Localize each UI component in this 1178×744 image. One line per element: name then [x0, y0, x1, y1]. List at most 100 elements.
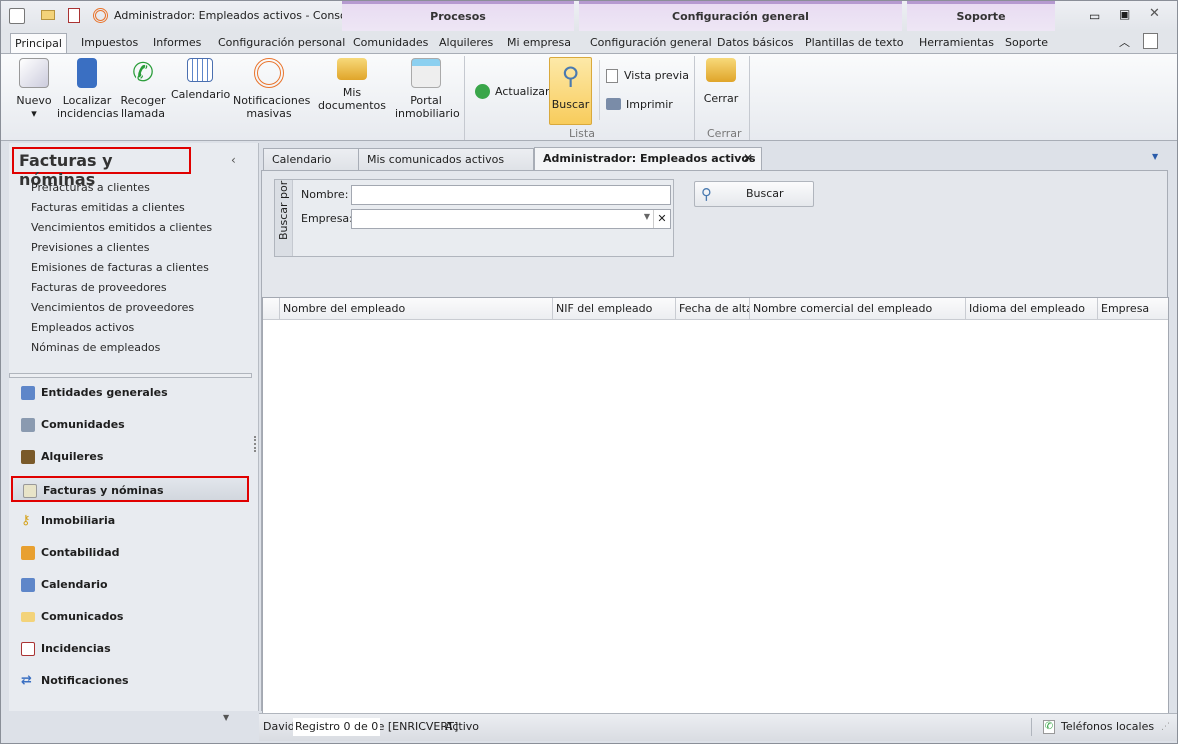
mail-icon [21, 612, 35, 622]
nav-inmobiliaria[interactable]: ⚷ Inmobiliaria [11, 508, 249, 534]
splitter-grip[interactable] [254, 436, 257, 452]
close-tab-icon[interactable]: ✕ [743, 148, 753, 169]
status-state: Activo [445, 720, 479, 733]
nav-label: Alquileres [41, 450, 104, 463]
tab-informes[interactable]: Informes [149, 33, 205, 53]
nav-alquileres[interactable]: Alquileres [11, 444, 249, 470]
tab-list-dropdown-icon[interactable]: ▼ [1152, 152, 1158, 161]
tab-principal[interactable]: Principal [10, 33, 67, 54]
empresa-combo[interactable]: ▼ ✕ [351, 209, 671, 229]
collapse-pane-icon[interactable]: ‹ [231, 153, 236, 167]
tab-soporte[interactable]: Soporte [1001, 33, 1052, 53]
buscar-label: Buscar [551, 98, 590, 111]
list-item[interactable]: Facturas de proveedores [31, 281, 167, 294]
recoger-llamada-button[interactable]: ✆ Recoger llamada [119, 58, 167, 120]
tab-comunidades[interactable]: Comunidades [349, 33, 432, 53]
accounting-icon [21, 546, 35, 560]
magnifier-icon: ⚲ [561, 62, 580, 90]
nav-notificaciones[interactable]: ⇄ Notificaciones [11, 668, 249, 694]
tab-mi-empresa[interactable]: Mi empresa [503, 33, 575, 53]
tab-calendario[interactable]: Calendario [263, 148, 359, 170]
tab-plantillas[interactable]: Plantillas de texto [801, 33, 908, 53]
phone-icon: ✆ [1043, 720, 1055, 734]
column-header[interactable]: Fecha de alta [676, 298, 750, 320]
nav-comunicados[interactable]: Comunicados [11, 604, 249, 630]
arrows-icon: ⇄ [21, 673, 32, 688]
new-document-icon [19, 58, 49, 88]
nombre-input[interactable] [351, 185, 671, 205]
calendar-icon [21, 578, 35, 592]
column-header[interactable]: NIF del empleado [553, 298, 676, 320]
nav-label: Calendario [41, 578, 108, 591]
chevron-down-icon[interactable]: ▼ [223, 713, 229, 722]
column-header[interactable]: Nombre comercial del empleado [750, 298, 966, 320]
list-item[interactable]: Empleados activos [31, 321, 134, 334]
tab-empleados-activos[interactable]: Administrador: Empleados activos ✕ [534, 147, 762, 170]
mail-icon[interactable] [41, 10, 55, 20]
list-item[interactable]: Emisiones de facturas a clientes [31, 261, 209, 274]
title-bar: Administrador: Empleados activos - Conso… [1, 1, 1177, 31]
nav-label: Inmobiliaria [41, 514, 116, 527]
help-icon[interactable] [1143, 33, 1158, 49]
local-phones-button[interactable]: Teléfonos locales [1061, 714, 1154, 740]
column-header[interactable]: Idioma del empleado [966, 298, 1098, 320]
tasks-icon[interactable] [68, 8, 80, 23]
pane-splitter[interactable] [9, 373, 252, 378]
tab-configuracion-general[interactable]: Configuración general [586, 33, 716, 53]
phone-icon: ✆ [132, 58, 154, 88]
ribbon-tabs: Principal Impuestos Informes Configuraci… [1, 31, 1177, 54]
mis-documentos-button[interactable]: Mis documentos [311, 58, 393, 112]
collapse-ribbon-icon[interactable]: ︿ [1119, 34, 1130, 50]
app-icon[interactable] [9, 8, 25, 24]
table-icon [21, 386, 35, 400]
context-group-configuracion: Configuración general [579, 1, 902, 31]
notificaciones-label: Notificaciones masivas [233, 94, 311, 120]
tab-label: Administrador: Empleados activos [543, 152, 756, 165]
maximize-button[interactable]: ▣ [1119, 7, 1130, 21]
empresa-label: Empresa: [301, 212, 353, 225]
tab-alquileres[interactable]: Alquileres [435, 33, 497, 53]
cerrar-button[interactable]: Cerrar [701, 58, 741, 105]
nav-facturas-nominas[interactable]: Facturas y nóminas [11, 476, 249, 502]
tab-herramientas[interactable]: Herramientas [915, 33, 998, 53]
nav-label: Notificaciones [41, 674, 129, 687]
dropdown-icon[interactable]: ▼ [644, 212, 650, 221]
buscar-button[interactable]: ⚲ Buscar [694, 181, 814, 207]
nuevo-label: Nuevo [16, 94, 52, 107]
minimize-button[interactable]: ▭ [1089, 9, 1100, 23]
calendario-button[interactable]: Calendario [171, 58, 230, 101]
actualizar-button[interactable]: Actualizar [475, 84, 550, 99]
cerrar-label: Cerrar [703, 92, 739, 105]
vista-previa-label: Vista previa [624, 69, 689, 82]
tab-configuracion-personal[interactable]: Configuración personal [214, 33, 349, 53]
localizar-button[interactable]: Localizar incidencias [57, 58, 119, 120]
column-header[interactable]: Empresa [1098, 298, 1168, 320]
refresh-icon [475, 84, 490, 99]
nav-comunidades[interactable]: Comunidades [11, 412, 249, 438]
column-header[interactable]: Nombre del empleado [280, 298, 553, 320]
nav-entidades-generales[interactable]: Entidades generales [11, 380, 249, 406]
tab-impuestos[interactable]: Impuestos [77, 33, 142, 53]
clear-icon[interactable]: ✕ [653, 210, 670, 228]
list-item[interactable]: Prefacturas a clientes [31, 181, 150, 194]
notificaciones-button[interactable]: Notificaciones masivas [233, 58, 310, 120]
portal-button[interactable]: Portal inmobiliario [395, 58, 460, 120]
close-button[interactable]: ✕ [1149, 6, 1160, 21]
imprimir-button[interactable]: Imprimir [606, 98, 673, 111]
list-item[interactable]: Previsiones a clientes [31, 241, 150, 254]
group-label-lista: Lista [569, 127, 595, 140]
list-item[interactable]: Nóminas de empleados [31, 341, 160, 354]
tab-mis-comunicados[interactable]: Mis comunicados activos [358, 148, 534, 170]
vista-previa-button[interactable]: Vista previa [606, 69, 689, 83]
resize-grip[interactable]: ⋰ [1161, 714, 1170, 740]
nav-incidencias[interactable]: Incidencias [11, 636, 249, 662]
list-item[interactable]: Vencimientos emitidos a clientes [31, 221, 212, 234]
nav-calendario[interactable]: Calendario [11, 572, 249, 598]
nav-contabilidad[interactable]: Contabilidad [11, 540, 249, 566]
list-item[interactable]: Vencimientos de proveedores [31, 301, 194, 314]
buscar-ribbon-button[interactable]: ⚲ Buscar [549, 57, 592, 125]
nuevo-button[interactable]: Nuevo ▾ [15, 58, 53, 120]
tab-datos-basicos[interactable]: Datos básicos [713, 33, 798, 53]
localizar-label: Localizar incidencias [57, 94, 119, 120]
list-item[interactable]: Facturas emitidas a clientes [31, 201, 185, 214]
